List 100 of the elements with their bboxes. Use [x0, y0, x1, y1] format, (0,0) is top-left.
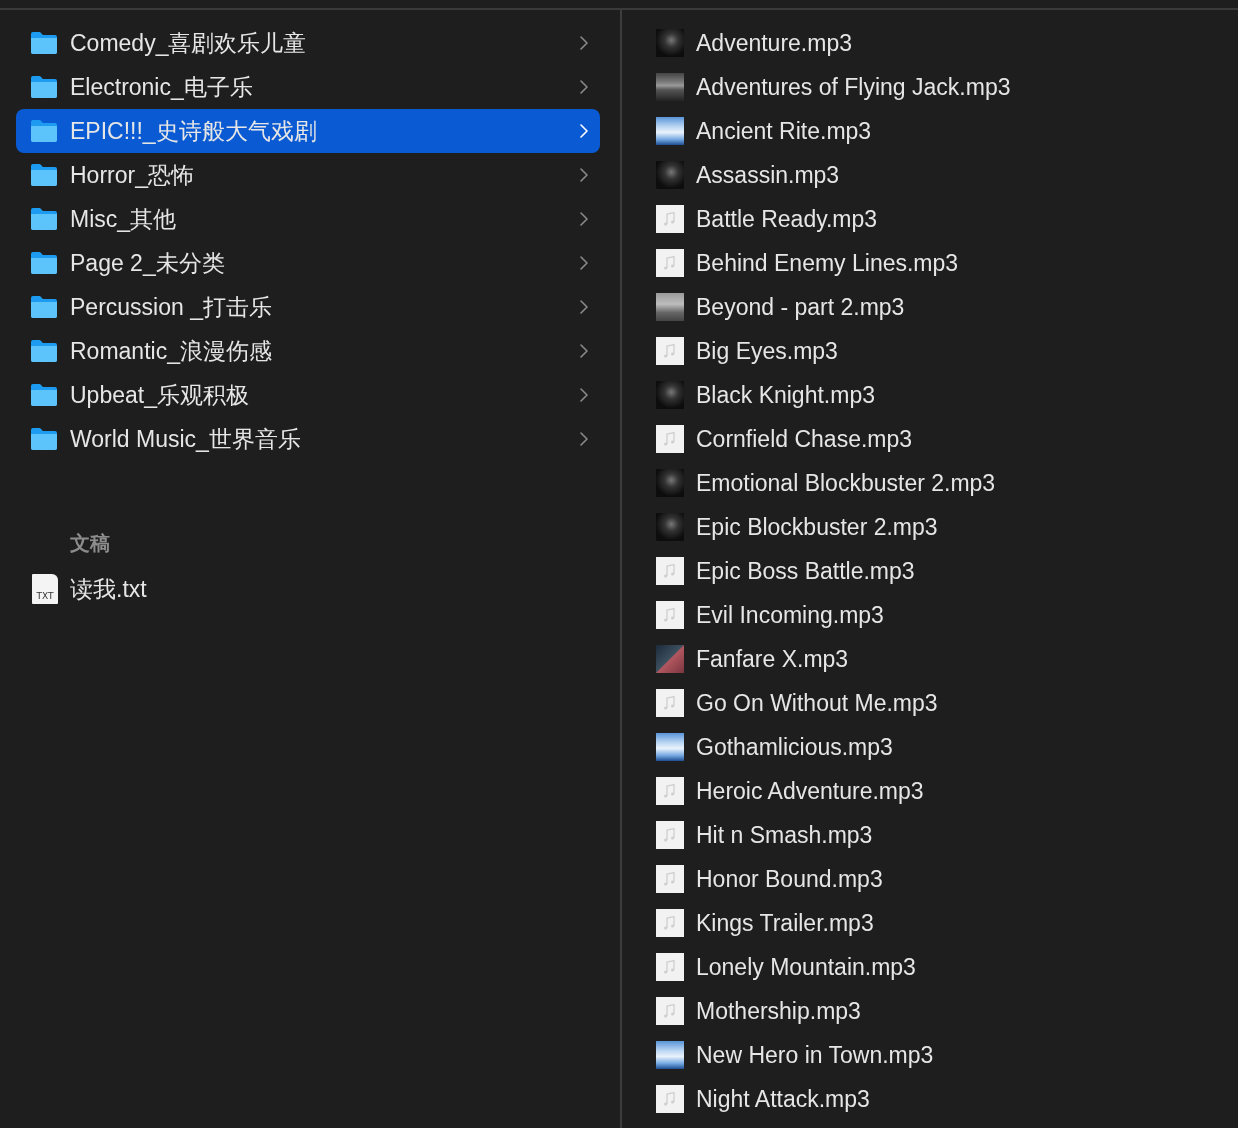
track-row[interactable]: Emotional Blockbuster 2.mp3	[656, 461, 1238, 505]
track-name: Beyond - part 2.mp3	[696, 293, 905, 321]
chevron-right-icon	[580, 432, 588, 446]
track-row[interactable]: Assassin.mp3	[656, 153, 1238, 197]
chevron-right-icon	[580, 212, 588, 226]
track-row[interactable]: Heroic Adventure.mp3	[656, 769, 1238, 813]
track-row[interactable]: Adventure.mp3	[656, 21, 1238, 65]
folder-row[interactable]: Romantic_浪漫伤感	[16, 329, 600, 373]
album-art-thumbnail	[656, 1041, 684, 1069]
folder-icon	[30, 75, 58, 99]
track-name: Fanfare X.mp3	[696, 645, 849, 673]
track-name: Behind Enemy Lines.mp3	[696, 249, 959, 277]
music-file-icon	[656, 425, 684, 453]
folder-name: World Music_世界音乐	[70, 424, 301, 454]
track-row[interactable]: Big Eyes.mp3	[656, 329, 1238, 373]
folder-row[interactable]: Misc_其他	[16, 197, 600, 241]
album-art-thumbnail	[656, 733, 684, 761]
track-row[interactable]: Epic Boss Battle.mp3	[656, 549, 1238, 593]
track-row[interactable]: Epic Blockbuster 2.mp3	[656, 505, 1238, 549]
folder-row[interactable]: Comedy_喜剧欢乐儿童	[16, 21, 600, 65]
track-row[interactable]: Honor Bound.mp3	[656, 857, 1238, 901]
folder-row[interactable]: Horror_恐怖	[16, 153, 600, 197]
folder-row[interactable]: World Music_世界音乐	[16, 417, 600, 461]
album-art-thumbnail	[656, 117, 684, 145]
chevron-right-icon	[580, 300, 588, 314]
track-name: Ancient Rite.mp3	[696, 117, 872, 145]
track-name: Emotional Blockbuster 2.mp3	[696, 469, 996, 497]
folder-name: Misc_其他	[70, 204, 177, 234]
track-name: Gothamlicious.mp3	[696, 733, 893, 761]
track-row[interactable]: Lonely Mountain.mp3	[656, 945, 1238, 989]
folder-row[interactable]: Upbeat_乐观积极	[16, 373, 600, 417]
track-name: New Hero in Town.mp3	[696, 1041, 934, 1069]
track-row[interactable]: Battle Ready.mp3	[656, 197, 1238, 241]
folder-icon	[30, 339, 58, 363]
album-art-thumbnail	[656, 469, 684, 497]
track-row[interactable]: Evil Incoming.mp3	[656, 593, 1238, 637]
track-row[interactable]: Cornfield Chase.mp3	[656, 417, 1238, 461]
track-row[interactable]: Black Knight.mp3	[656, 373, 1238, 417]
album-art-thumbnail	[656, 73, 684, 101]
track-name: Mothership.mp3	[696, 997, 861, 1025]
track-row[interactable]: Kings Trailer.mp3	[656, 901, 1238, 945]
track-row[interactable]: Behind Enemy Lines.mp3	[656, 241, 1238, 285]
folder-icon	[30, 207, 58, 231]
music-file-icon	[656, 205, 684, 233]
track-name: Adventure.mp3	[696, 29, 852, 57]
chevron-right-icon	[580, 168, 588, 182]
folder-name: Romantic_浪漫伤感	[70, 336, 272, 366]
chevron-right-icon	[580, 388, 588, 402]
track-name: Lonely Mountain.mp3	[696, 953, 916, 981]
track-row[interactable]: Gothamlicious.mp3	[656, 725, 1238, 769]
music-file-icon	[656, 557, 684, 585]
music-file-icon	[656, 689, 684, 717]
folder-icon	[30, 31, 58, 55]
track-row[interactable]: Fanfare X.mp3	[656, 637, 1238, 681]
track-name: Go On Without Me.mp3	[696, 689, 938, 717]
folder-row[interactable]: Percussion _打击乐	[16, 285, 600, 329]
track-row[interactable]: Beyond - part 2.mp3	[656, 285, 1238, 329]
track-name: Big Eyes.mp3	[696, 337, 838, 365]
track-row[interactable]: Hit n Smash.mp3	[656, 813, 1238, 857]
chevron-right-icon	[580, 124, 588, 138]
section-heading: 文稿	[69, 530, 110, 556]
folder-icon	[30, 163, 58, 187]
file-row[interactable]: TXT 读我.txt	[16, 567, 600, 611]
chevron-right-icon	[580, 256, 588, 270]
music-file-icon	[656, 249, 684, 277]
chevron-right-icon	[580, 344, 588, 358]
folder-row[interactable]: EPIC!!!_史诗般大气戏剧	[16, 109, 600, 153]
folder-row[interactable]: Electronic_电子乐	[16, 65, 600, 109]
music-file-icon	[656, 1085, 684, 1113]
track-row[interactable]: New Hero in Town.mp3	[656, 1033, 1238, 1077]
track-name: Assassin.mp3	[696, 161, 840, 189]
album-art-thumbnail	[656, 293, 684, 321]
music-file-icon	[656, 777, 684, 805]
folder-name: Percussion _打击乐	[70, 292, 272, 322]
track-name: Kings Trailer.mp3	[696, 909, 874, 937]
track-row[interactable]: Ancient Rite.mp3	[656, 109, 1238, 153]
folder-icon	[30, 383, 58, 407]
music-file-icon	[656, 337, 684, 365]
music-file-icon	[656, 909, 684, 937]
chevron-right-icon	[580, 36, 588, 50]
track-row[interactable]: Adventures of Flying Jack.mp3	[656, 65, 1238, 109]
track-row[interactable]: Night Attack.mp3	[656, 1077, 1238, 1121]
track-name: Epic Blockbuster 2.mp3	[696, 513, 938, 541]
track-name: Battle Ready.mp3	[696, 205, 878, 233]
track-name: Epic Boss Battle.mp3	[696, 557, 915, 585]
track-row[interactable]: Go On Without Me.mp3	[656, 681, 1238, 725]
chevron-right-icon	[580, 80, 588, 94]
folder-row[interactable]: Page 2_未分类	[16, 241, 600, 285]
music-file-icon	[656, 601, 684, 629]
album-art-thumbnail	[656, 29, 684, 57]
track-name: Heroic Adventure.mp3	[696, 777, 924, 805]
track-name: Honor Bound.mp3	[696, 865, 883, 893]
folder-name: Upbeat_乐观积极	[70, 380, 249, 410]
folder-icon	[30, 427, 58, 451]
album-art-thumbnail	[656, 645, 684, 673]
folder-icon	[30, 295, 58, 319]
album-art-thumbnail	[656, 381, 684, 409]
track-row[interactable]: Mothership.mp3	[656, 989, 1238, 1033]
text-file-icon: TXT	[32, 574, 58, 604]
folder-name: EPIC!!!_史诗般大气戏剧	[70, 116, 317, 146]
